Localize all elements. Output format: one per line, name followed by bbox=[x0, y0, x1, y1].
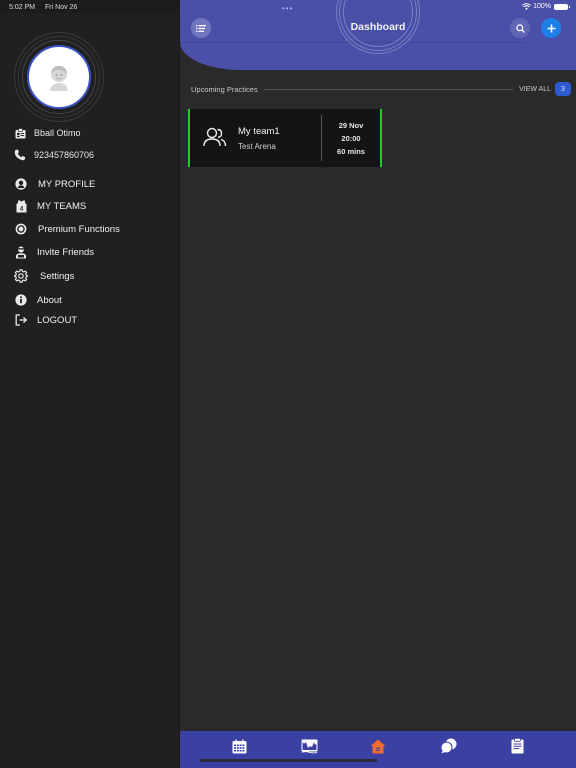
battery-icon bbox=[554, 3, 570, 10]
plus-icon bbox=[547, 24, 555, 32]
phone-icon bbox=[14, 149, 26, 161]
team-name: My team1 bbox=[238, 125, 280, 137]
info-icon bbox=[14, 293, 28, 307]
menu-item-my-profile[interactable]: MY PROFILE bbox=[14, 177, 95, 191]
search-icon bbox=[515, 23, 525, 33]
user-circle-icon bbox=[14, 177, 28, 191]
menu-label: Premium Functions bbox=[38, 223, 120, 235]
upcoming-practices-header: Upcoming Practices VIEW ALL 3 bbox=[191, 82, 571, 96]
invite-person-icon bbox=[14, 245, 28, 259]
bottom-tab-bar bbox=[180, 731, 576, 768]
practice-time: 20:00 bbox=[341, 133, 361, 143]
venue-name: Test Arena bbox=[238, 141, 276, 151]
tab-clipboard[interactable] bbox=[507, 737, 527, 755]
practice-date: 29 Nov bbox=[338, 120, 364, 130]
status-date: Fri Nov 26 bbox=[45, 4, 78, 11]
tab-home[interactable] bbox=[368, 737, 388, 755]
card-info: My team1 Test Arena bbox=[238, 126, 321, 151]
menu-label: Settings bbox=[40, 270, 75, 282]
header: ••• 100% Dashboard bbox=[180, 0, 576, 70]
profile-avatar[interactable] bbox=[14, 32, 104, 122]
gear-icon bbox=[14, 269, 28, 283]
logout-icon bbox=[14, 313, 28, 327]
phone-number: 923457860706 bbox=[34, 150, 95, 160]
app-root: 5:02 PM Fri Nov 26 Bball Otimo 923457860… bbox=[0, 0, 576, 768]
chat-bubbles-icon bbox=[440, 738, 456, 754]
card-schedule: 29 Nov 20:00 60 mins bbox=[322, 119, 380, 158]
menu-label: Invite Friends bbox=[37, 246, 95, 258]
clipboard-icon bbox=[511, 738, 523, 754]
user-name-row: Bball Otimo bbox=[14, 127, 81, 139]
section-title: Upcoming Practices bbox=[191, 84, 258, 94]
practice-duration: 60 mins bbox=[337, 146, 365, 156]
home-indicator[interactable] bbox=[200, 759, 377, 762]
home-icon bbox=[370, 739, 386, 753]
view-all-link[interactable]: VIEW ALL bbox=[519, 86, 551, 93]
user-name: Bball Otimo bbox=[34, 128, 81, 138]
practice-card[interactable]: My team1 Test Arena 29 Nov 20:00 60 mins bbox=[188, 109, 382, 167]
battery-percent: 100% bbox=[533, 3, 551, 10]
avatar-placeholder-icon bbox=[50, 65, 68, 91]
premium-badge-icon bbox=[14, 222, 28, 236]
menu-item-settings[interactable]: Settings bbox=[14, 269, 74, 283]
main-content: ••• 100% Dashboard Upcoming Practices VI… bbox=[180, 0, 576, 768]
status-time-date: 5:02 PM Fri Nov 26 bbox=[9, 3, 85, 15]
header-corner-curve bbox=[526, 42, 576, 70]
add-button[interactable] bbox=[541, 18, 561, 38]
tab-gallery[interactable] bbox=[299, 737, 319, 755]
count-badge[interactable]: 3 bbox=[555, 82, 571, 96]
menu-label: About bbox=[37, 294, 62, 306]
menu-label: LOGOUT bbox=[37, 314, 78, 326]
menu-item-invite-friends[interactable]: Invite Friends bbox=[14, 245, 94, 259]
menu-label: MY TEAMS bbox=[37, 200, 87, 212]
team-users-icon bbox=[203, 127, 227, 147]
phone-row: 923457860706 bbox=[14, 149, 94, 161]
id-card-icon bbox=[14, 127, 26, 139]
wifi-icon bbox=[522, 3, 532, 10]
sidebar-toggle-button[interactable] bbox=[191, 18, 211, 38]
sidebar: 5:02 PM Fri Nov 26 Bball Otimo 923457860… bbox=[0, 0, 180, 768]
status-bar-right: 100% bbox=[522, 3, 570, 10]
menu-item-premium-functions[interactable]: Premium Functions bbox=[14, 222, 120, 236]
menu-item-logout[interactable]: LOGOUT bbox=[14, 313, 77, 327]
gallery-icon bbox=[301, 739, 317, 753]
section-divider bbox=[263, 88, 514, 90]
avatar bbox=[27, 45, 91, 109]
calendar-icon bbox=[232, 739, 246, 753]
tab-calendar[interactable] bbox=[229, 737, 249, 755]
multitask-dots[interactable]: ••• bbox=[282, 4, 293, 13]
list-menu-icon bbox=[196, 24, 206, 32]
tab-chat[interactable] bbox=[438, 737, 458, 755]
jersey-icon: 4 bbox=[14, 199, 28, 213]
menu-item-my-teams[interactable]: 4 MY TEAMS bbox=[14, 199, 86, 213]
search-button[interactable] bbox=[510, 18, 530, 38]
menu-label: MY PROFILE bbox=[38, 178, 96, 190]
status-time: 5:02 PM bbox=[9, 4, 36, 11]
menu-item-about[interactable]: About bbox=[14, 293, 62, 307]
